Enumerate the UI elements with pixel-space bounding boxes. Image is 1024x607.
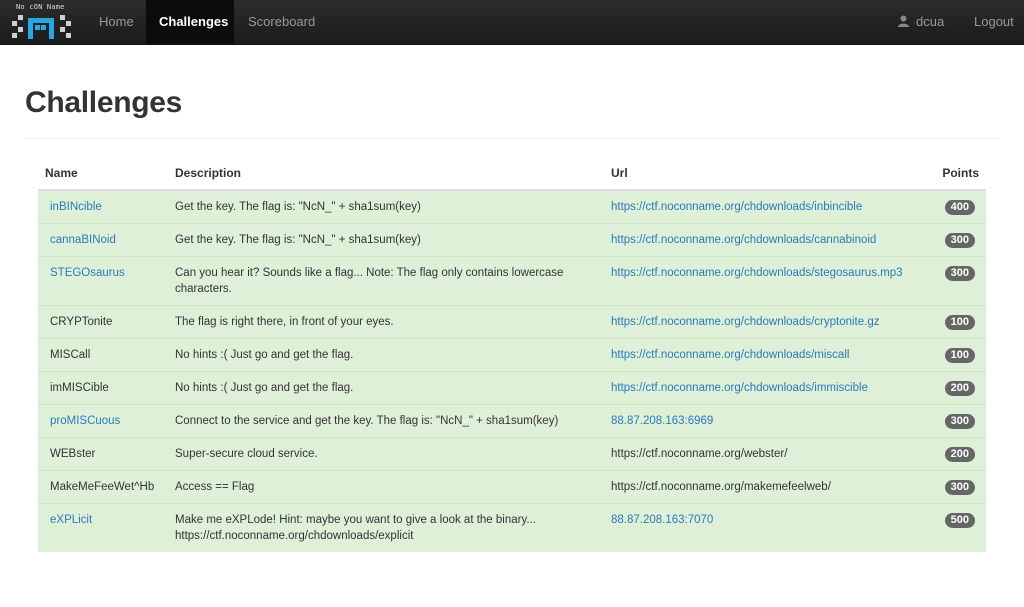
cell-name: imMISCible (38, 371, 168, 405)
cell-url: https://ctf.noconname.org/chdownloads/st… (604, 256, 921, 306)
divider (25, 138, 999, 139)
header-points: Points (921, 156, 986, 191)
brand-text: No cON Name (16, 3, 65, 11)
brand-logo[interactable]: No cON Name (10, 2, 72, 42)
table-row: CRYPTonite The flag is right there, in fr… (38, 305, 986, 339)
header-description: Description (168, 156, 604, 191)
challenge-description: Super-secure cloud service. (168, 437, 604, 471)
points-badge: 200 (944, 381, 975, 396)
table-row: eXPLicit Make me eXPLode! Hint: maybe you… (38, 503, 986, 552)
challenge-url[interactable]: 88.87.208.163:6969 (611, 415, 713, 427)
nav-home[interactable]: Home (86, 0, 147, 44)
challenge-name: MakeMeFeeWet^Hb (50, 481, 155, 493)
cell-url: https://ctf.noconname.org/chdownloads/im… (604, 371, 921, 405)
table-row: STEGOsaurus Can you hear it? Sounds like … (38, 256, 986, 306)
challenge-description: No hints :( Just go and get the flag. (168, 371, 604, 405)
navbar: No cON Name Home Challenges Scoreboard d… (0, 0, 1024, 45)
cell-points: 200 (921, 371, 986, 405)
challenge-description: Make me eXPLode! Hint: maybe you want to… (168, 503, 604, 552)
header-name: Name (38, 156, 168, 191)
points-badge: 400 (944, 200, 975, 215)
challenge-description: The flag is right there, in front of you… (168, 305, 604, 339)
cell-url: https://ctf.noconname.org/chdownloads/mi… (604, 338, 921, 372)
challenge-name: WEBster (50, 448, 96, 460)
challenge-description: No hints :( Just go and get the flag. (168, 338, 604, 372)
cell-points: 300 (921, 256, 986, 306)
challenge-name[interactable]: cannaBINoid (50, 234, 116, 246)
points-badge: 300 (944, 266, 975, 281)
cell-points: 300 (921, 470, 986, 504)
nav-scoreboard[interactable]: Scoreboard (235, 0, 328, 44)
challenge-url[interactable]: https://ctf.noconname.org/chdownloads/im… (611, 382, 868, 394)
cell-url: https://ctf.noconname.org/webster/ (604, 437, 921, 471)
cell-name: MakeMeFeeWet^Hb (38, 470, 168, 504)
points-badge: 300 (944, 233, 975, 248)
points-badge: 300 (944, 480, 975, 495)
cell-points: 100 (921, 305, 986, 339)
cell-points: 500 (921, 503, 986, 552)
challenge-description: Get the key. The flag is: "NcN_" + sha1s… (168, 189, 604, 224)
cell-name: proMISCuous (38, 404, 168, 438)
cell-url: https://ctf.noconname.org/chdownloads/ca… (604, 223, 921, 257)
cell-points: 300 (921, 223, 986, 257)
cell-points: 200 (921, 437, 986, 471)
points-badge: 500 (944, 513, 975, 528)
cell-name: cannaBINoid (38, 223, 168, 257)
table-row: imMISCible No hints :( Just go and get th… (38, 371, 986, 405)
cell-url: https://ctf.noconname.org/makemefeelweb/ (604, 470, 921, 504)
challenge-url: https://ctf.noconname.org/webster/ (611, 448, 788, 460)
header-url: Url (604, 156, 921, 191)
challenge-url: https://ctf.noconname.org/makemefeelweb/ (611, 481, 831, 493)
challenge-description: Access == Flag (168, 470, 604, 504)
table-header-row: Name Description Url Points (38, 156, 986, 191)
challenge-name[interactable]: inBINcible (50, 201, 102, 213)
cell-name: MISCall (38, 338, 168, 372)
challenge-url[interactable]: https://ctf.noconname.org/chdownloads/st… (611, 267, 903, 279)
challenge-name: MISCall (50, 349, 91, 361)
challenge-url[interactable]: 88.87.208.163:7070 (611, 514, 713, 526)
challenge-name[interactable]: eXPLicit (50, 514, 92, 526)
table-row: WEBster Super-secure cloud service. https:… (38, 437, 986, 471)
cell-url: 88.87.208.163:7070 (604, 503, 921, 552)
logo-icon (12, 15, 71, 39)
user-icon (898, 15, 909, 28)
user-name: dcua (916, 14, 945, 29)
page-title: Challenges (25, 86, 183, 119)
challenge-name: CRYPTonite (50, 316, 113, 328)
challenge-url[interactable]: https://ctf.noconname.org/chdownloads/mi… (611, 349, 849, 361)
challenge-name[interactable]: STEGOsaurus (50, 267, 125, 279)
challenge-url[interactable]: https://ctf.noconname.org/chdownloads/in… (611, 201, 862, 213)
table-row: proMISCuous Connect to the service and ge… (38, 404, 986, 438)
user-menu[interactable]: dcua (898, 0, 944, 44)
cell-name: eXPLicit (38, 503, 168, 552)
cell-points: 400 (921, 189, 986, 224)
cell-name: inBINcible (38, 189, 168, 224)
nav-challenges[interactable]: Challenges (146, 0, 234, 44)
points-badge: 200 (944, 447, 975, 462)
cell-url: https://ctf.noconname.org/chdownloads/cr… (604, 305, 921, 339)
challenge-description: Can you hear it? Sounds like a flag... N… (168, 256, 604, 306)
cell-points: 100 (921, 338, 986, 372)
table-row: MakeMeFeeWet^Hb Access == Flag https://ctf… (38, 470, 986, 504)
logout-link[interactable]: Logout (962, 0, 1024, 44)
points-badge: 100 (944, 315, 975, 330)
challenge-url[interactable]: https://ctf.noconname.org/chdownloads/ca… (611, 234, 876, 246)
table-row: inBINcible Get the key. The flag is: "NcN… (38, 189, 986, 224)
challenge-description: Get the key. The flag is: "NcN_" + sha1s… (168, 223, 604, 257)
cell-url: https://ctf.noconname.org/chdownloads/in… (604, 189, 921, 224)
cell-name: STEGOsaurus (38, 256, 168, 306)
cell-name: WEBster (38, 437, 168, 471)
points-badge: 300 (944, 414, 975, 429)
cell-name: CRYPTonite (38, 305, 168, 339)
table-row: cannaBINoid Get the key. The flag is: "Nc… (38, 223, 986, 257)
challenge-url[interactable]: https://ctf.noconname.org/chdownloads/cr… (611, 316, 880, 328)
cell-points: 300 (921, 404, 986, 438)
challenges-table: Name Description Url Points inBINcible Ge… (38, 156, 986, 552)
cell-url: 88.87.208.163:6969 (604, 404, 921, 438)
challenge-name[interactable]: proMISCuous (50, 415, 120, 427)
challenge-name: imMISCible (50, 382, 109, 394)
points-badge: 100 (944, 348, 975, 363)
challenge-description: Connect to the service and get the key. … (168, 404, 604, 438)
table-row: MISCall No hints :( Just go and get the f… (38, 338, 986, 372)
